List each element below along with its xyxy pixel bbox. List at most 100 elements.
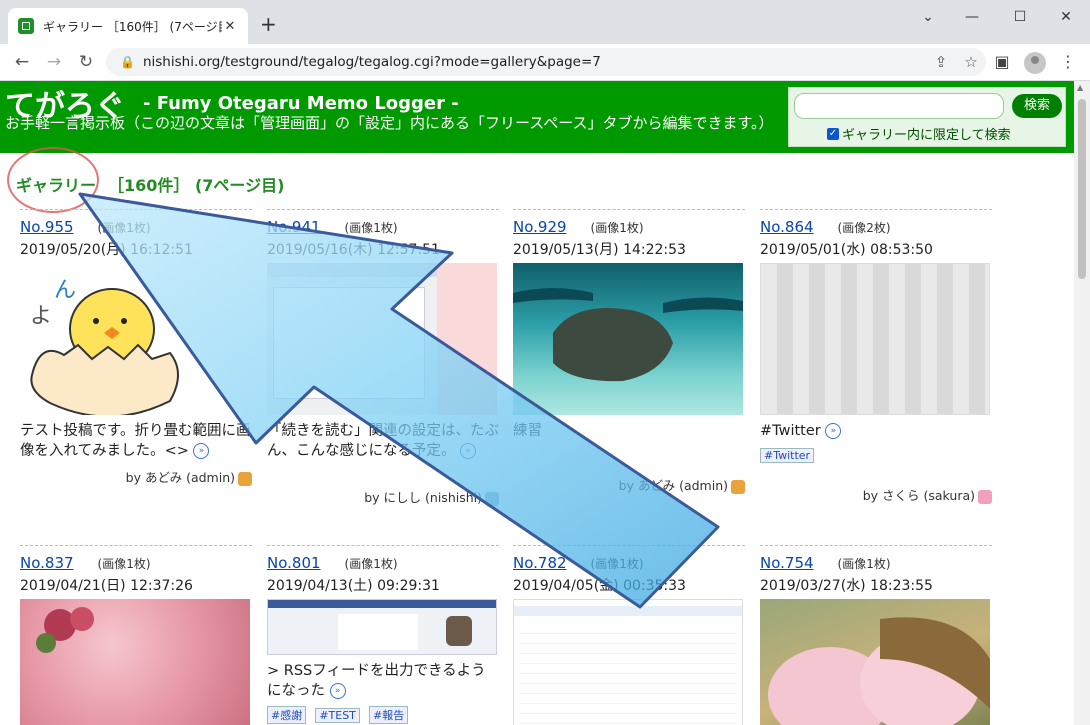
post-number-link[interactable]: No.837 <box>20 554 74 572</box>
image-count: (画像1枚) <box>344 221 398 235</box>
post-date: 2019/04/13(土) 09:29:31 <box>267 578 440 594</box>
address-bar[interactable]: 🔒 nishishi.org/testground/tegalog/tegalo… <box>106 48 986 76</box>
reload-icon[interactable]: ↻ <box>74 50 98 74</box>
scroll-up-icon[interactable]: ▲ <box>1077 83 1083 92</box>
gallery-card: No.837 (画像1枚) 2019/04/21(日) 12:37:26 <box>20 545 252 725</box>
hashtag[interactable]: #Twitter <box>760 448 815 463</box>
post-message: 「続きを読む」関連の設定は、たぶん、こんな感じになる予定。 » <box>267 421 499 461</box>
post-thumbnail[interactable] <box>760 263 990 415</box>
post-thumbnail[interactable] <box>267 599 497 655</box>
post-thumbnail[interactable] <box>267 263 497 415</box>
post-thumbnail[interactable]: よ ん <box>20 263 250 415</box>
post-date: 2019/04/21(日) 12:37:26 <box>20 578 193 594</box>
post-message: 練習 <box>513 421 745 441</box>
browser-tab[interactable]: ギャラリー ［160件］ (7ページ目) ✕ <box>8 8 248 44</box>
site-header: てがろぐ - Fumy Otegaru Memo Logger - お手軽一言掲… <box>0 81 1074 153</box>
hashtag[interactable]: #TEST <box>315 708 360 723</box>
author-avatar <box>238 471 252 486</box>
gallery-count: ［160件］ (7ページ目) <box>108 176 285 195</box>
read-more-icon[interactable]: » <box>193 443 210 459</box>
lock-icon: 🔒 <box>120 55 135 69</box>
search-button[interactable]: 検索 <box>1012 94 1062 118</box>
tag-list: #Twitter <box>760 444 992 463</box>
gallery-card: No.941 (画像1枚) 2019/05/16(木) 12:57:51 「続きを… <box>267 209 499 506</box>
read-more-icon[interactable]: » <box>825 423 842 439</box>
post-number-link[interactable]: No.754 <box>760 554 814 572</box>
page-viewport: てがろぐ - Fumy Otegaru Memo Logger - お手軽一言掲… <box>0 81 1074 725</box>
post-number-link[interactable]: No.941 <box>267 218 321 236</box>
window-close-icon[interactable]: ✕ <box>1046 6 1086 28</box>
author-name[interactable]: by あどみ (admin) <box>126 470 235 485</box>
post-author: by あどみ (admin) <box>513 475 745 494</box>
gallery-only-checkbox[interactable]: ✓ ギャラリー内に限定して検索 <box>827 124 1011 143</box>
post-number-link[interactable]: No.955 <box>20 218 74 236</box>
forward-arrow-icon[interactable]: → <box>42 50 66 74</box>
gallery-card: No.864 (画像2枚) 2019/05/01(水) 08:53:50 #Twi… <box>760 209 992 504</box>
gallery-card: No.955 (画像1枚) 2019/05/20(月) 16:12:51 よ ん … <box>20 209 252 486</box>
author-avatar <box>978 489 992 504</box>
author-name[interactable]: by さくら (sakura) <box>863 488 975 503</box>
post-number-link[interactable]: No.801 <box>267 554 321 572</box>
checkbox-checked-icon[interactable]: ✓ <box>827 127 839 140</box>
tegalog-favicon-icon <box>18 18 34 34</box>
svg-text:よ: よ <box>30 304 52 329</box>
page-scrollbar[interactable]: ▲ <box>1074 81 1090 725</box>
image-count: (画像1枚) <box>590 221 644 235</box>
url-text[interactable]: nishishi.org/testground/tegalog/tegalog.… <box>143 54 926 70</box>
post-date: 2019/05/20(月) 16:12:51 <box>20 242 193 258</box>
back-arrow-icon[interactable]: ← <box>10 50 34 74</box>
post-message-text: > RSSフィードを出力できるようになった <box>267 663 486 699</box>
search-panel: 検索 ✓ ギャラリー内に限定して検索 <box>788 87 1066 147</box>
bookmark-star-icon[interactable]: ☆ <box>956 53 986 71</box>
post-date: 2019/05/13(月) 14:22:53 <box>513 242 686 258</box>
author-avatar <box>731 479 745 494</box>
post-message: #Twitter » <box>760 421 992 441</box>
hashtag[interactable]: #報告 <box>369 706 409 724</box>
author-name[interactable]: by あどみ (admin) <box>619 478 728 493</box>
gallery-card: No.929 (画像1枚) 2019/05/13(月) 14:22:53 練習 b… <box>513 209 745 494</box>
author-name[interactable]: by にしし (nishishi) <box>364 490 482 505</box>
maximize-icon[interactable]: ☐ <box>1000 6 1040 28</box>
post-number-link[interactable]: No.782 <box>513 554 567 572</box>
image-count: (画像1枚) <box>344 557 398 571</box>
post-number-link[interactable]: No.864 <box>760 218 814 236</box>
gallery-card: No.801 (画像1枚) 2019/04/13(土) 09:29:31 > RS… <box>267 545 499 724</box>
tab-search-chevron-icon[interactable]: ⌄ <box>908 6 948 28</box>
tab-title: ギャラリー ［160件］ (7ページ目) <box>43 19 222 34</box>
highlight-circle <box>7 147 99 213</box>
post-number-link[interactable]: No.929 <box>513 218 567 236</box>
post-thumbnail[interactable] <box>513 263 743 415</box>
post-thumbnail[interactable] <box>513 599 743 725</box>
read-more-icon[interactable]: » <box>460 443 477 459</box>
image-count: (画像1枚) <box>97 557 151 571</box>
post-thumbnail[interactable] <box>760 599 990 725</box>
image-count: (画像2枚) <box>837 221 891 235</box>
post-thumbnail[interactable] <box>20 599 250 725</box>
tab-close-icon[interactable]: ✕ <box>222 19 238 34</box>
site-description: お手軽一言掲示板（この辺の文章は「管理画面」の「設定」内にある「フリースペース」… <box>5 114 774 132</box>
share-icon[interactable]: ⇪ <box>926 53 956 71</box>
post-author: by あどみ (admin) <box>20 467 252 486</box>
post-date: 2019/03/27(水) 18:23:55 <box>760 578 933 594</box>
post-date: 2019/04/05(金) 00:35:33 <box>513 578 686 594</box>
gallery-card: No.782 (画像1枚) 2019/04/05(金) 00:35:33 <box>513 545 745 725</box>
post-date: 2019/05/16(木) 12:57:51 <box>267 242 440 258</box>
hashtag[interactable]: #感謝 <box>267 706 307 724</box>
minimize-icon[interactable]: — <box>952 6 992 28</box>
post-date: 2019/05/01(水) 08:53:50 <box>760 242 933 258</box>
menu-kebab-icon[interactable]: ⋮ <box>1056 50 1080 74</box>
post-message-text: #Twitter <box>760 423 821 439</box>
rose-photo <box>36 607 94 653</box>
new-tab-button[interactable]: + <box>260 14 277 34</box>
author-avatar <box>485 491 499 506</box>
post-message-text: 練習 <box>513 423 542 439</box>
side-panel-icon[interactable]: ▣ <box>990 50 1014 74</box>
search-input[interactable] <box>794 93 1004 119</box>
profile-avatar-icon[interactable] <box>1024 52 1046 74</box>
image-count: (画像1枚) <box>837 557 891 571</box>
read-more-icon[interactable]: » <box>329 683 346 699</box>
post-message: テスト投稿です。折り畳む範囲に画像を入れてみました。<> » <box>20 421 252 461</box>
scrollbar-thumb[interactable] <box>1078 99 1086 279</box>
svg-text:ん: ん <box>54 278 76 303</box>
image-count: (画像1枚) <box>97 221 151 235</box>
